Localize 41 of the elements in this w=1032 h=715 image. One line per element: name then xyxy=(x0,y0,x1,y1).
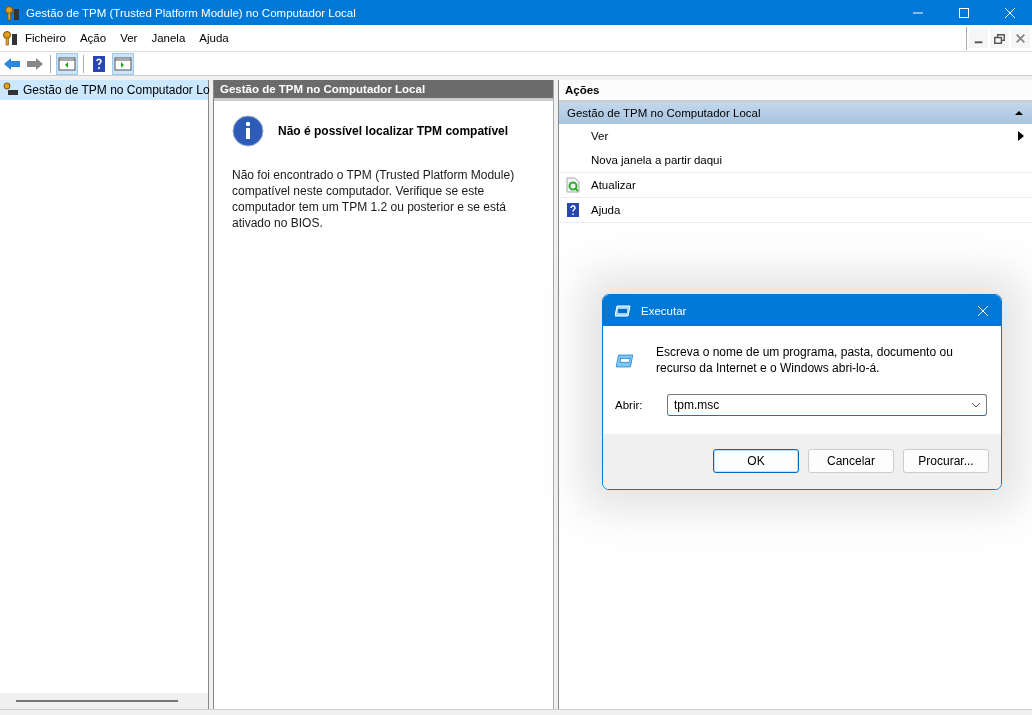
tpm-chip-icon xyxy=(3,82,19,98)
pane-toggle-icon[interactable] xyxy=(56,52,78,75)
action-item[interactable]: Atualizar xyxy=(591,179,636,191)
info-icon xyxy=(232,115,264,147)
menu-item[interactable]: Ficheiro xyxy=(18,32,73,44)
dialog-button[interactable]: Procurar... xyxy=(903,449,989,473)
key-icon xyxy=(4,4,20,21)
dialog-button[interactable]: Cancelar xyxy=(808,449,894,473)
pane-header: Gestão de TPM no Computador Local xyxy=(214,80,553,101)
run-icon xyxy=(615,304,631,317)
open-combo-box[interactable]: tpm.msc xyxy=(667,394,987,416)
action-item[interactable]: Ajuda xyxy=(591,204,621,216)
dialog-button[interactable]: OK xyxy=(713,449,799,473)
actions-group-header[interactable]: Gestão de TPM no Computador Local xyxy=(559,102,1032,124)
menu-item[interactable]: Ver xyxy=(113,32,145,44)
tree-item[interactable]: Gestão de TPM no Computador Lo xyxy=(0,80,208,100)
key-icon xyxy=(2,30,18,46)
restore-icon[interactable] xyxy=(990,28,1009,48)
chevron-down-icon[interactable] xyxy=(971,402,981,408)
help-icon xyxy=(565,202,581,218)
refresh-icon xyxy=(565,177,581,193)
close-icon[interactable] xyxy=(1004,6,1016,19)
collapse-caret-icon[interactable] xyxy=(1014,108,1024,118)
menu-item[interactable]: Ajuda xyxy=(192,32,236,44)
action-item[interactable]: Ver xyxy=(591,130,609,142)
menu-item[interactable]: Ação xyxy=(72,32,114,44)
dialog-title: Executar xyxy=(641,304,687,317)
minimize-icon[interactable] xyxy=(969,28,988,48)
group-title: Gestão de TPM no Computador Local xyxy=(567,107,761,119)
close-icon[interactable] xyxy=(977,304,989,317)
action-item[interactable]: Nova janela a partir daqui xyxy=(591,154,723,166)
dialog-description: Escreva o nome de um programa, pasta, documento ou recurso da Internet e o Windows abri-lo-á. xyxy=(655,344,954,376)
maximize-icon[interactable] xyxy=(958,6,970,19)
close-icon[interactable] xyxy=(1011,28,1030,48)
scroll-bar[interactable] xyxy=(0,693,208,709)
window-title: Gestão de TPM (Trusted Platform Module) no Computador Local xyxy=(26,6,356,19)
menu-item[interactable]: Janela xyxy=(144,32,193,44)
submenu-arrow-icon xyxy=(1018,131,1024,141)
open-label: Abrir: xyxy=(615,399,644,411)
error-message: Não foi encontrado o TPM (Trusted Platform Module) compatível neste computador. Verifique se este computador tem um TPM 1.2 ou posterior e se está ativado no BIOS. xyxy=(232,167,516,231)
error-heading: Não é possível localizar TPM compatível xyxy=(278,124,509,138)
